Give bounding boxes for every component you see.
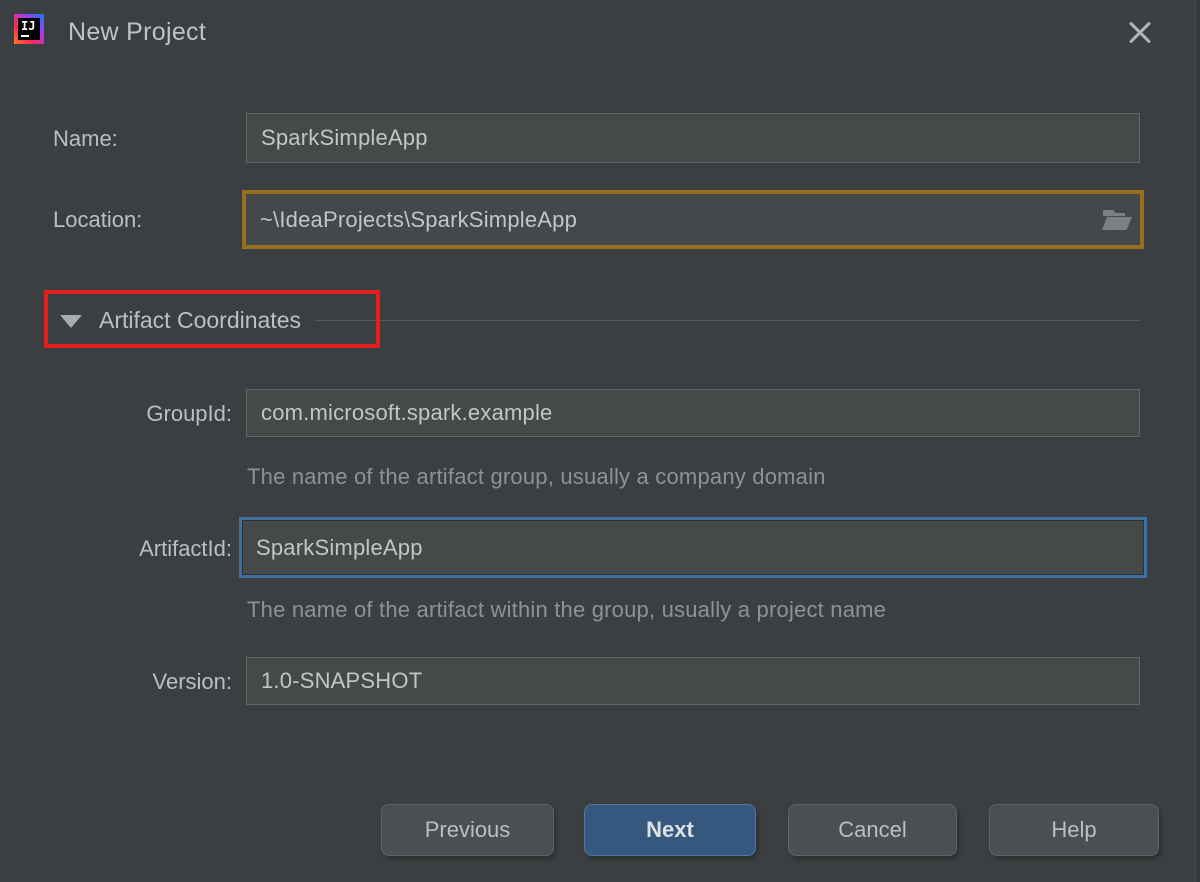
version-field[interactable]	[246, 657, 1140, 705]
cancel-button[interactable]: Cancel	[788, 804, 957, 856]
chevron-down-icon	[60, 315, 82, 328]
version-input[interactable]	[247, 658, 1139, 704]
section-title: Artifact Coordinates	[99, 307, 301, 334]
close-icon[interactable]	[1122, 15, 1158, 51]
groupid-hint: The name of the artifact group, usually …	[247, 464, 826, 490]
browse-folder-button[interactable]	[1094, 194, 1140, 245]
window-edge-shadow	[1196, 0, 1200, 882]
help-button[interactable]: Help	[989, 804, 1159, 856]
previous-button[interactable]: Previous	[381, 804, 554, 856]
groupid-field[interactable]	[246, 389, 1140, 437]
intellij-logo-icon: IJ	[14, 14, 44, 44]
name-field[interactable]	[246, 113, 1140, 163]
artifactid-label: ArtifactId:	[0, 536, 232, 562]
groupid-label: GroupId:	[0, 401, 232, 427]
version-label: Version:	[0, 669, 232, 695]
intellij-logo-letters: IJ	[18, 18, 40, 40]
section-separator	[315, 320, 1140, 321]
groupid-input[interactable]	[247, 390, 1139, 436]
artifactid-hint: The name of the artifact within the grou…	[247, 597, 886, 623]
next-button[interactable]: Next	[584, 804, 756, 856]
location-field[interactable]	[242, 190, 1144, 249]
window-title: New Project	[68, 18, 206, 47]
open-folder-icon	[1101, 207, 1133, 233]
title-bar: IJ New Project	[0, 0, 1200, 60]
artifactid-field[interactable]	[239, 517, 1147, 578]
location-label: Location:	[53, 207, 142, 233]
section-toggle-artifact-coordinates[interactable]: Artifact Coordinates	[60, 306, 1140, 334]
name-label: Name:	[53, 126, 118, 152]
location-input[interactable]	[246, 194, 1094, 245]
artifactid-input[interactable]	[242, 520, 1144, 575]
name-input[interactable]	[247, 114, 1139, 162]
